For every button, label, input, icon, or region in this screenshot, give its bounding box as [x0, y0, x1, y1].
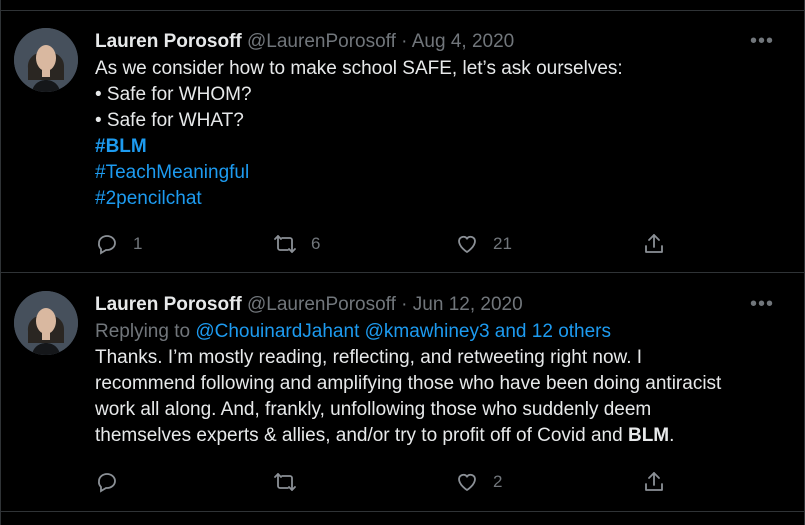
- like-count: 2: [493, 472, 503, 491]
- text-line: • Safe for WHAT?: [95, 110, 244, 131]
- tweet-header: Lauren Porosoff @LaurenPorosoff · Aug 4,…: [95, 30, 784, 54]
- reply-icon: [95, 470, 119, 494]
- share-icon: [642, 470, 666, 494]
- author-name[interactable]: Lauren Porosoff: [95, 31, 242, 52]
- replying-to-label: Replying to: [95, 321, 191, 342]
- retweet-button[interactable]: 6: [273, 229, 320, 259]
- text-segment: themselves experts & allies, and/or try …: [95, 425, 628, 446]
- text-segment: .: [669, 425, 675, 446]
- tweet-actions: 2: [95, 467, 804, 497]
- author-name[interactable]: Lauren Porosoff: [95, 294, 242, 315]
- tweet-date[interactable]: Jun 12, 2020: [413, 294, 523, 315]
- bold-text: BLM: [627, 425, 670, 446]
- text-line: work all along. And, frankly, unfollowin…: [95, 399, 652, 420]
- tweet-actions: 1 6 21: [95, 229, 804, 259]
- hashtag-link[interactable]: #TeachMeaningful: [95, 160, 784, 186]
- tweet-header: Lauren Porosoff @LaurenPorosoff · Jun 12…: [95, 293, 784, 317]
- heart-icon: [455, 232, 479, 256]
- like-count: 21: [493, 234, 512, 253]
- like-button[interactable]: 2: [455, 467, 502, 497]
- replying-to: Replying to @ChouinardJahant @kmawhiney3…: [95, 319, 784, 345]
- retweet-icon: [273, 232, 297, 256]
- tweet-text: Thanks. I’m mostly reading, reflecting, …: [95, 345, 784, 449]
- tweet-date[interactable]: Aug 4, 2020: [412, 31, 514, 52]
- reply-button[interactable]: [95, 467, 133, 497]
- text-line: Thanks. I’m mostly reading, reflecting, …: [95, 347, 643, 368]
- more-horizontal-icon[interactable]: •••: [750, 31, 774, 51]
- more-horizontal-icon[interactable]: •••: [750, 294, 774, 314]
- share-button[interactable]: [642, 467, 666, 497]
- replying-to-mentions[interactable]: @ChouinardJahant @kmawhiney3 and 12 othe…: [195, 321, 611, 342]
- avatar[interactable]: [14, 28, 78, 92]
- text-line: recommend following and amplifying those…: [95, 373, 722, 394]
- tweet-text: As we consider how to make school SAFE, …: [95, 56, 784, 212]
- retweet-icon: [273, 470, 297, 494]
- retweet-count: 6: [311, 234, 321, 253]
- hashtag-link[interactable]: #2pencilchat: [95, 186, 784, 212]
- text-line: themselves experts & allies, and/or try …: [95, 423, 784, 449]
- tweet-content: Lauren Porosoff @LaurenPorosoff · Aug 4,…: [95, 30, 784, 212]
- text-line: As we consider how to make school SAFE, …: [95, 58, 623, 79]
- reply-icon: [95, 232, 119, 256]
- reply-count: 1: [133, 234, 143, 253]
- heart-icon: [455, 470, 479, 494]
- share-button[interactable]: [642, 229, 666, 259]
- hashtag-link[interactable]: #BLM: [95, 134, 784, 160]
- tweet[interactable]: Lauren Porosoff @LaurenPorosoff · Jun 12…: [1, 274, 804, 512]
- tweet[interactable]: Lauren Porosoff @LaurenPorosoff · Aug 4,…: [1, 11, 804, 273]
- share-icon: [642, 232, 666, 256]
- text-line: • Safe for WHOM?: [95, 84, 252, 105]
- author-handle[interactable]: @LaurenPorosoff: [247, 294, 396, 315]
- tweet-content: Lauren Porosoff @LaurenPorosoff · Jun 12…: [95, 293, 784, 449]
- separator: ·: [401, 294, 408, 315]
- author-handle[interactable]: @LaurenPorosoff: [247, 31, 396, 52]
- avatar[interactable]: [14, 291, 78, 355]
- like-button[interactable]: 21: [455, 229, 512, 259]
- retweet-button[interactable]: [273, 467, 311, 497]
- reply-button[interactable]: 1: [95, 229, 142, 259]
- separator: ·: [401, 31, 408, 52]
- timeline: Lauren Porosoff @LaurenPorosoff · Aug 4,…: [0, 0, 805, 525]
